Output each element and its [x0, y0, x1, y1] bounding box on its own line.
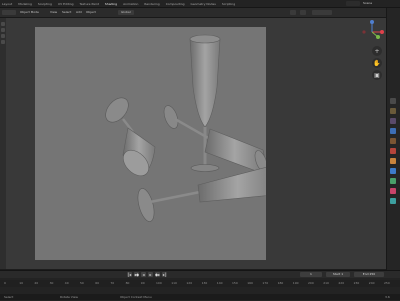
view-layer-icon[interactable] — [390, 128, 396, 134]
tool-shelf — [0, 18, 6, 269]
data-properties-icon[interactable] — [390, 198, 396, 204]
select-tool-icon[interactable] — [1, 22, 5, 26]
frame-tick-label: 200 — [308, 281, 314, 285]
tool-properties-icon[interactable] — [390, 98, 396, 104]
frame-tick-label: 140 — [216, 281, 223, 285]
tab-layout[interactable]: Layout — [2, 2, 12, 6]
pan-icon[interactable]: ✋ — [372, 58, 382, 68]
frame-tick-label: 240 — [368, 281, 375, 285]
frame-tick-label: 250 — [384, 281, 390, 285]
transform-orientation-label: Global — [121, 10, 131, 14]
tab-compositing[interactable]: Compositing — [166, 2, 185, 6]
jump-start-icon[interactable]: |◂ — [127, 272, 132, 277]
champagne-glasses-render — [105, 34, 278, 222]
jump-end-icon[interactable]: ▸| — [162, 272, 167, 277]
frame-tick-label: 180 — [277, 281, 284, 285]
start-frame-value: 1 — [341, 272, 344, 276]
frame-tick-label: 170 — [262, 281, 269, 285]
frame-tick-label: 150 — [232, 281, 238, 285]
tab-modeling[interactable]: Modeling — [18, 2, 32, 6]
status-version: 3.6 — [385, 295, 390, 299]
current-frame-field[interactable]: 1 — [300, 272, 322, 277]
tab-sculpting[interactable]: Sculpting — [38, 2, 52, 6]
frame-tick-label: 70 — [110, 281, 115, 285]
view-menu[interactable]: View — [50, 9, 57, 16]
cursor-tool-icon[interactable] — [1, 28, 5, 32]
lying-flute-bottom — [137, 164, 278, 222]
frame-tick-label: 100 — [156, 281, 162, 285]
frame-tick-label: 190 — [292, 281, 299, 285]
world-properties-icon[interactable] — [390, 148, 396, 154]
navigation-gizmo[interactable] — [360, 20, 384, 44]
xray-button[interactable] — [300, 10, 306, 15]
frame-tick-label: 10 — [19, 281, 24, 285]
end-frame-value: 250 — [369, 272, 376, 276]
workspace-tabs: Layout Modeling Sculpting UV Editing Tex… — [2, 0, 235, 7]
camera-frame — [35, 27, 278, 260]
scene-name: Scene — [363, 1, 373, 5]
object-menu[interactable]: Object — [86, 9, 96, 16]
overlay-button[interactable] — [290, 10, 296, 15]
zoom-icon[interactable]: + — [372, 46, 382, 56]
tab-rendering[interactable]: Rendering — [144, 2, 159, 6]
start-frame-label: Start — [332, 272, 341, 276]
frame-tick-label: 0 — [4, 281, 6, 285]
frame-tick-label: 120 — [186, 281, 193, 285]
frame-tick-label: 160 — [247, 281, 253, 285]
tab-geometry-nodes[interactable]: Geometry Nodes — [191, 2, 216, 6]
frame-tick-label: 130 — [201, 281, 208, 285]
tab-uv-editing[interactable]: UV Editing — [58, 2, 74, 6]
frame-tick-label: 20 — [34, 281, 39, 285]
next-keyframe-icon[interactable]: ◆▸ — [155, 272, 160, 277]
frame-tick-label: 110 — [171, 281, 177, 285]
lying-flute-right — [163, 105, 268, 173]
properties-tabs — [386, 8, 400, 270]
end-frame-label: End — [362, 272, 369, 276]
frame-tick-label: 90 — [140, 281, 145, 285]
output-properties-icon[interactable] — [390, 118, 396, 124]
modifier-properties-icon[interactable] — [390, 168, 396, 174]
play-icon[interactable]: ▸ — [148, 272, 153, 277]
shading-mode-buttons[interactable] — [312, 10, 332, 15]
tipped-flute-left — [105, 97, 156, 177]
material-properties-icon[interactable] — [390, 188, 396, 194]
end-frame-field[interactable]: End 250 — [354, 272, 384, 277]
select-menu[interactable]: Select — [62, 9, 71, 16]
frame-tick-label: 220 — [338, 281, 345, 285]
frame-tick-label: 40 — [64, 281, 69, 285]
rotate-tool-icon[interactable] — [1, 40, 5, 44]
play-reverse-icon[interactable]: ◂ — [141, 272, 146, 277]
status-select: Select — [4, 295, 14, 299]
status-bar: Select Rotate View Object Context Menu 3… — [0, 294, 400, 300]
tab-scripting[interactable]: Scripting — [222, 2, 235, 6]
start-frame-field[interactable]: Start 1 — [326, 272, 350, 277]
physics-properties-icon[interactable] — [390, 178, 396, 184]
camera-view-icon[interactable]: ▣ — [372, 70, 382, 80]
status-rotate: Rotate View — [60, 295, 78, 299]
frame-tick-label: 50 — [80, 281, 84, 285]
status-menu: Object Context Menu — [120, 295, 152, 299]
move-tool-icon[interactable] — [1, 34, 5, 38]
frame-tick-label: 230 — [353, 281, 360, 285]
render-properties-icon[interactable] — [390, 108, 396, 114]
tab-animation[interactable]: Animation — [123, 2, 138, 6]
frame-tick-label: 60 — [95, 281, 100, 285]
scene-selector[interactable] — [346, 1, 360, 6]
editor-type-button[interactable] — [2, 10, 16, 15]
frame-tick-label: 210 — [323, 281, 329, 285]
object-properties-icon[interactable] — [390, 158, 396, 164]
mode-dropdown[interactable]: Object Mode — [20, 9, 39, 16]
tab-shading[interactable]: Shading — [105, 2, 117, 6]
prev-keyframe-icon[interactable]: ◂◆ — [134, 272, 139, 277]
frame-tick-label: 80 — [125, 281, 130, 285]
tab-texture-paint[interactable]: Texture Paint — [80, 2, 99, 6]
add-menu[interactable]: Add — [76, 9, 82, 16]
scene-properties-icon[interactable] — [390, 138, 396, 144]
frame-tick-label: 30 — [49, 281, 54, 285]
